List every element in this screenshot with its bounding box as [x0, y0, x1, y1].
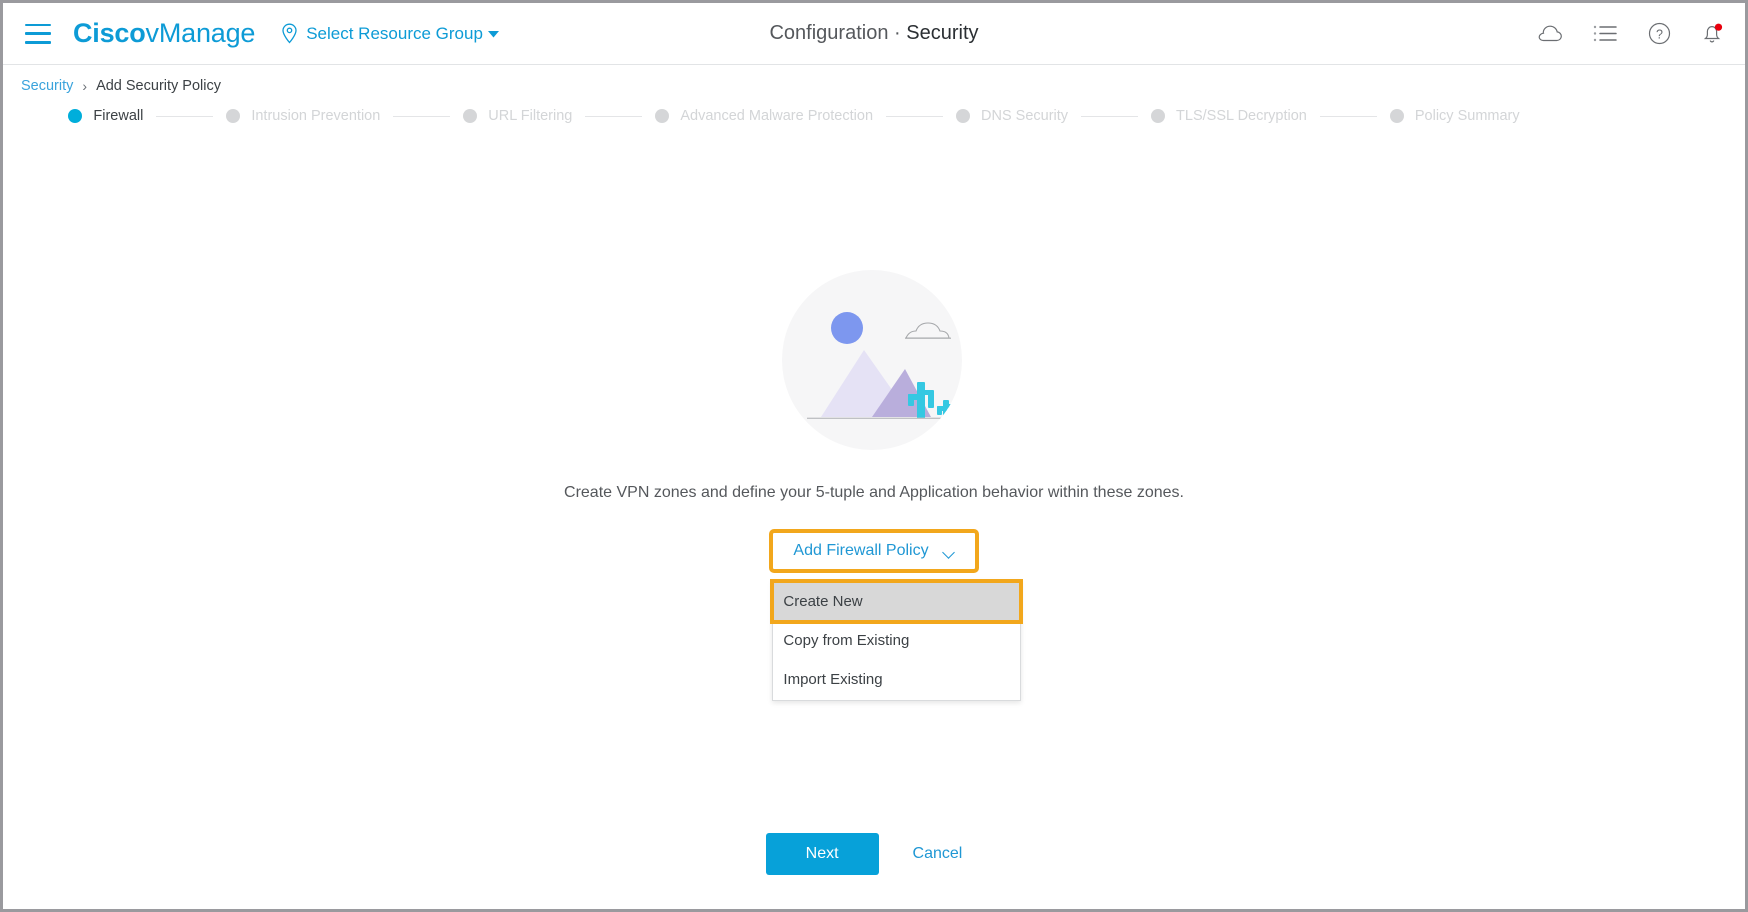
cloud-icon[interactable] — [1537, 24, 1563, 43]
breadcrumb-separator-icon: › — [82, 78, 88, 94]
stepper-item-advanced-malware-protection[interactable]: Advanced Malware Protection — [655, 108, 873, 124]
caret-down-icon — [487, 30, 499, 37]
stepper-item-label: URL Filtering — [488, 108, 573, 124]
add-firewall-policy-label: Add Firewall Policy — [793, 542, 929, 559]
main-content: Create VPN zones and define your 5-tuple… — [3, 270, 1745, 701]
add-firewall-policy-dropdown: Add Firewall Policy Create New Copy from … — [769, 529, 1024, 701]
page-title-separator: · — [894, 22, 901, 44]
menu-item-create-new[interactable]: Create New — [770, 579, 1024, 624]
stepper-dot-icon — [463, 109, 478, 123]
breadcrumb-current: Add Security Policy — [96, 78, 221, 94]
stepper-connector — [886, 115, 944, 117]
stepper-dot-icon — [1389, 109, 1404, 123]
empty-state-description: Create VPN zones and define your 5-tuple… — [564, 484, 1184, 501]
stepper-item-label: Advanced Malware Protection — [680, 108, 874, 124]
wizard-stepper: Firewall Intrusion Prevention URL Filterin… — [3, 108, 1745, 124]
stepper-item-url-filtering[interactable]: URL Filtering — [463, 108, 572, 124]
notifications-bell-icon[interactable] — [1701, 22, 1723, 45]
hamburger-menu-icon[interactable] — [25, 23, 51, 44]
stepper-item-dns-security[interactable]: DNS Security — [956, 108, 1068, 124]
stepper-dot-icon — [68, 109, 83, 123]
help-circle-icon[interactable]: ? — [1648, 22, 1671, 45]
brand-logo[interactable]: CiscovManage — [73, 18, 255, 49]
page-title-suffix: Security — [906, 22, 979, 44]
stepper-item-label: Firewall — [93, 108, 144, 124]
stepper-item-label: DNS Security — [981, 108, 1069, 124]
stepper-dot-icon — [655, 109, 670, 123]
stepper-item-tls-ssl-decryption[interactable]: TLS/SSL Decryption — [1151, 108, 1307, 124]
stepper-dot-icon — [226, 109, 241, 123]
cancel-button[interactable]: Cancel — [899, 833, 977, 875]
wizard-footer: Next Cancel — [3, 833, 1745, 875]
stepper-connector — [585, 115, 643, 117]
stepper-dot-icon — [956, 109, 971, 123]
breadcrumb-root-link[interactable]: Security — [21, 78, 73, 94]
stepper-connector — [393, 115, 451, 117]
brand-name-bold: Cisco — [73, 18, 146, 48]
menu-item-copy-from-existing[interactable]: Copy from Existing — [773, 621, 1021, 660]
vmanage-window: CiscovManage Select Resource Group Confi… — [0, 0, 1748, 912]
stepper-connector — [1081, 115, 1139, 117]
stepper-connector — [156, 115, 214, 117]
empty-state-landscape-illustration — [779, 270, 969, 456]
stepper-dot-icon — [1151, 109, 1166, 123]
stepper-item-label: TLS/SSL Decryption — [1176, 108, 1307, 124]
stepper-item-firewall[interactable]: Firewall — [68, 108, 143, 124]
tasks-list-icon[interactable] — [1593, 24, 1618, 43]
stepper-item-label: Policy Summary — [1414, 108, 1520, 124]
page-title: Configuration · Security — [3, 22, 1745, 45]
breadcrumb: Security › Add Security Policy — [3, 65, 1745, 94]
next-button[interactable]: Next — [765, 833, 879, 875]
location-pin-icon — [281, 23, 298, 44]
menu-item-import-existing[interactable]: Import Existing — [773, 660, 1021, 699]
svg-text:?: ? — [1656, 27, 1663, 41]
header-actions: ? — [1537, 22, 1723, 45]
stepper-connector — [1319, 115, 1377, 117]
resource-group-selector[interactable]: Select Resource Group — [281, 23, 499, 44]
brand-name-light: vManage — [145, 18, 256, 48]
app-header: CiscovManage Select Resource Group Confi… — [3, 3, 1745, 65]
add-firewall-policy-button[interactable]: Add Firewall Policy — [769, 529, 979, 573]
add-firewall-policy-menu: Create New Copy from Existing Import Exist… — [770, 579, 1024, 701]
stepper-item-intrusion-prevention[interactable]: Intrusion Prevention — [226, 108, 380, 124]
stepper-item-label: Intrusion Prevention — [251, 108, 381, 124]
resource-group-label: Select Resource Group — [306, 23, 483, 43]
page-title-prefix: Configuration — [769, 22, 889, 44]
chevron-down-icon — [943, 548, 955, 555]
stepper-item-policy-summary[interactable]: Policy Summary — [1389, 108, 1520, 124]
